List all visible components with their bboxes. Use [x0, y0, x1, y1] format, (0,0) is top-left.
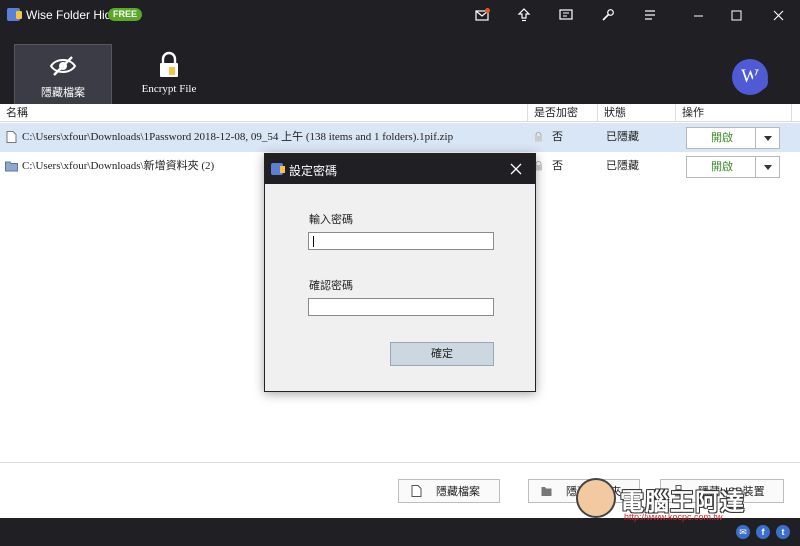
- column-header-name[interactable]: 名稱: [0, 104, 528, 122]
- ok-button[interactable]: 確定: [390, 342, 494, 366]
- bottom-actions: 隱藏檔案 隱藏資料夾 隱藏USB裝置: [0, 462, 800, 518]
- mail-icon[interactable]: [472, 5, 492, 25]
- open-button[interactable]: 開啟: [686, 156, 780, 178]
- app-logo-icon: [7, 8, 22, 21]
- hide-file-button[interactable]: 隱藏檔案: [398, 479, 500, 503]
- row-encrypted: 否: [552, 160, 563, 172]
- hide-usb-label: 隱藏USB裝置: [698, 486, 765, 498]
- hide-folder-button[interactable]: 隱藏資料夾: [528, 479, 640, 503]
- open-button[interactable]: 開啟: [686, 127, 780, 149]
- file-icon: [411, 485, 422, 497]
- set-password-dialog: 設定密碼 輸入密碼 確認密碼 確定: [264, 153, 536, 392]
- upgrade-icon[interactable]: [514, 5, 534, 25]
- title-bar: Wise Folder Hider FREE: [0, 0, 800, 30]
- table-header: 名稱 是否加密 狀態 操作: [0, 104, 800, 122]
- minimize-button[interactable]: [680, 0, 716, 30]
- password-field[interactable]: [308, 232, 494, 250]
- usb-icon: [675, 485, 682, 497]
- chevron-down-icon[interactable]: [755, 157, 779, 177]
- tab-encrypt-file[interactable]: Encrypt File: [120, 44, 218, 104]
- row-status: 已隱藏: [606, 160, 639, 172]
- lock-icon: [535, 132, 542, 142]
- file-icon: [6, 131, 17, 143]
- column-header-action: 操作: [676, 104, 792, 122]
- column-header-status[interactable]: 狀態: [598, 104, 676, 122]
- open-button-label: 開啟: [711, 161, 733, 173]
- row-path: C:\Users\xfour\Downloads\新增資料夾 (2): [22, 160, 215, 172]
- confirm-password-field[interactable]: [308, 298, 494, 316]
- lock-icon: [160, 51, 178, 77]
- close-button[interactable]: [760, 0, 796, 30]
- tab-hide-file-label: 隱藏檔案: [41, 87, 85, 99]
- email-share-icon[interactable]: ✉: [736, 525, 750, 539]
- folder-icon: [5, 161, 18, 172]
- dialog-title: 設定密碼: [289, 164, 338, 178]
- password-label: 輸入密碼: [309, 214, 353, 226]
- dialog-title-bar: 設定密碼: [265, 154, 535, 184]
- settings-icon[interactable]: [598, 5, 618, 25]
- tab-hide-file[interactable]: 隱藏檔案: [14, 44, 112, 104]
- hide-file-label: 隱藏檔案: [436, 486, 480, 498]
- row-encrypted: 否: [552, 131, 563, 143]
- toolbar: 隱藏檔案 Encrypt File W: [0, 30, 800, 104]
- close-icon[interactable]: [507, 160, 525, 178]
- chevron-down-icon[interactable]: [755, 128, 779, 148]
- text-caret: [313, 236, 314, 247]
- status-bar: ✉ f t: [0, 518, 800, 546]
- hide-usb-button[interactable]: 隱藏USB裝置: [660, 479, 784, 503]
- table-row[interactable]: C:\Users\xfour\Downloads\1Password 2018-…: [0, 123, 800, 152]
- open-button-label: 開啟: [711, 132, 733, 144]
- avatar-badge: [752, 74, 768, 90]
- twitter-icon[interactable]: t: [776, 525, 790, 539]
- feedback-icon[interactable]: [556, 5, 576, 25]
- notification-dot: [485, 8, 490, 13]
- eye-slash-icon: [49, 56, 77, 76]
- menu-icon[interactable]: [640, 5, 660, 25]
- maximize-button[interactable]: [718, 0, 754, 30]
- free-badge: FREE: [108, 8, 143, 21]
- confirm-password-label: 確認密碼: [309, 280, 353, 292]
- tab-encrypt-file-label: Encrypt File: [141, 83, 197, 95]
- row-path: C:\Users\xfour\Downloads\1Password 2018-…: [22, 131, 454, 143]
- folder-icon: [541, 487, 552, 496]
- hide-folder-label: 隱藏資料夾: [566, 486, 621, 498]
- app-logo-icon: [271, 163, 285, 175]
- row-status: 已隱藏: [606, 131, 639, 143]
- facebook-icon[interactable]: f: [756, 525, 770, 539]
- column-header-encrypted[interactable]: 是否加密: [528, 104, 598, 122]
